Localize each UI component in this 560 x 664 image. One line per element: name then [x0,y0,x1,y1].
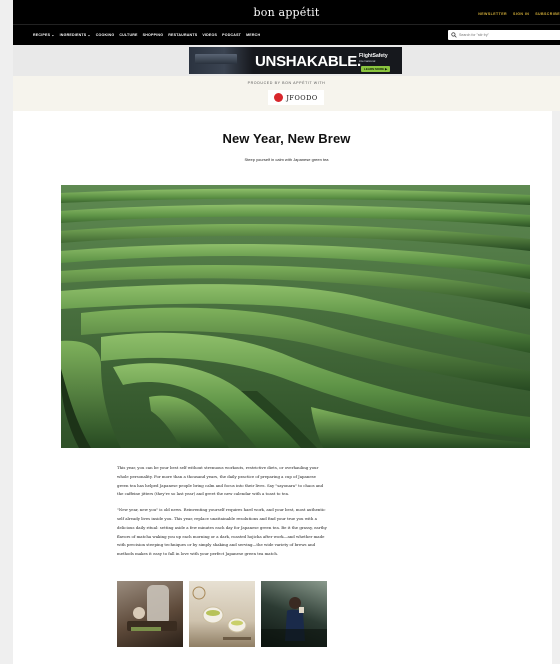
tea-preparation-image [127,585,177,631]
photo-woman-drinking-tea [261,581,327,647]
photo-tea-preparation [117,581,183,647]
nav-items: RECIPES ⌄ INGREDIENTS ⌄ COOKING CULTURE … [33,33,260,37]
article-paragraph-2: "New year, new you" is old news. Reinven… [117,507,327,557]
nav-item-shopping[interactable]: SHOPPING [143,33,164,37]
nav-item-podcast[interactable]: PODCAST [222,33,241,37]
top-bar: bon appétit NEWSLETTER SIGN IN SUBSCRIBE [13,0,560,24]
nav-item-ingredients[interactable]: INGREDIENTS ⌄ [60,33,91,37]
hero-image [61,185,530,448]
search-input[interactable] [457,31,559,39]
nav-item-videos[interactable]: VIDEOS [202,33,217,37]
article-body: This year, you can be your best self wit… [117,464,328,566]
main-nav: RECIPES ⌄ INGREDIENTS ⌄ COOKING CULTURE … [13,24,560,46]
jfoodo-logo[interactable]: JFOODO [268,90,324,105]
jfoodo-sun-icon [274,93,284,102]
tea-cups-image [192,586,251,640]
ad-brand-sub: international [359,59,376,63]
ad-cta-button[interactable]: LEARN MORE ▶ [361,66,391,72]
photo-strip [117,581,328,647]
nav-item-culture[interactable]: CULTURE [119,33,137,37]
woman-drinking-tea-image [261,597,327,647]
newsletter-link[interactable]: NEWSLETTER [478,12,507,16]
ad-band: UNSHAKABLE. FlightSafety international L… [13,45,560,76]
article-title: New Year, New Brew [222,131,351,146]
subscribe-link[interactable]: SUBSCRIBE [535,12,560,16]
tea-field-image [61,185,530,448]
photo-tea-cups [189,581,255,647]
article-dek: Steep yourself in calm with Japanese gre… [244,157,329,162]
nav-item-recipes[interactable]: RECIPES ⌄ [33,33,55,37]
ad-brand: FlightSafety international [359,54,388,64]
ad-photo [189,47,253,74]
search-box[interactable] [448,30,560,40]
account-links: NEWSLETTER SIGN IN SUBSCRIBE [478,12,560,16]
article-paragraph-1: This year, you can be your best self wit… [117,465,324,497]
jfoodo-name: JFOODO [286,93,318,102]
sponsor-band: PRODUCED BY BON APPÉTIT WITH JFOODO [13,76,560,111]
banner-ad[interactable]: UNSHAKABLE. FlightSafety international L… [189,47,402,74]
nav-item-merch[interactable]: MERCH [246,33,260,37]
nav-item-cooking[interactable]: COOKING [96,33,115,37]
produced-by-label: PRODUCED BY BON APPÉTIT WITH [247,81,326,85]
ad-headline: UNSHAKABLE. [255,53,361,70]
nav-item-restaurants[interactable]: RESTAURANTS [168,33,197,37]
sign-in-link[interactable]: SIGN IN [513,12,529,16]
left-page-gutter [0,0,13,664]
